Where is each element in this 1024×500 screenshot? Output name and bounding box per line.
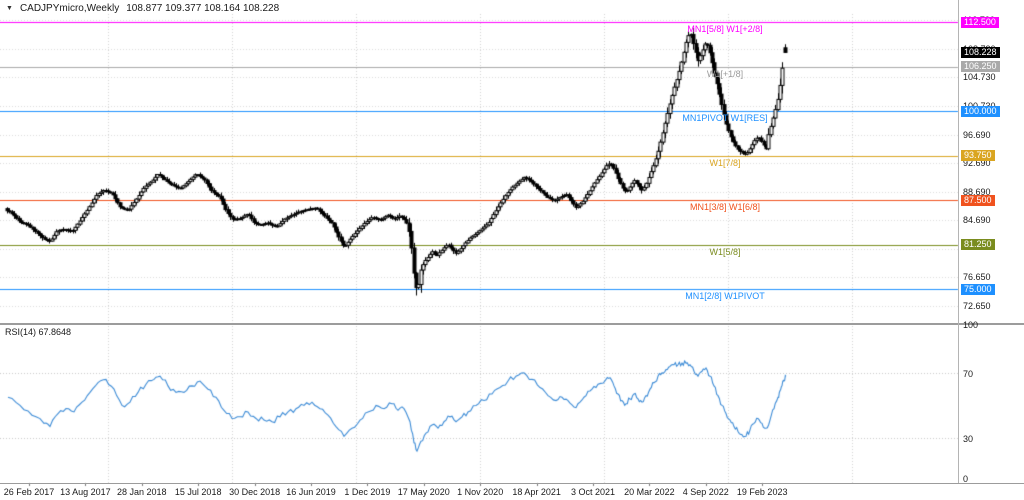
murrey-level-label: MN1[3/8] W1[6/8]: [690, 202, 760, 212]
level-price-badge: 106.250: [961, 61, 1000, 72]
date-axis-tick: 16 Jun 2019: [286, 487, 336, 497]
murrey-level-label: MN1PIVOT W1[RES]: [682, 113, 767, 123]
chart-symbol-timeframe: CADJPYmicro,Weekly: [20, 3, 119, 14]
date-axis-tick: 26 Feb 2017: [4, 487, 55, 497]
rsi-current-value: 67.8648: [39, 327, 72, 337]
date-axis-tick: 15 Jul 2018: [175, 487, 222, 497]
rsi-name: RSI(14): [5, 327, 36, 337]
date-axis-tick: 19 Feb 2023: [737, 487, 788, 497]
rsi-axis-tick: 100: [963, 320, 978, 330]
date-axis-separator: [0, 483, 1024, 484]
date-axis-tick: 1 Dec 2019: [344, 487, 390, 497]
date-axis-tick: 13 Aug 2017: [60, 487, 111, 497]
level-price-badge: 87.500: [961, 195, 995, 206]
level-price-badge: 81.250: [961, 239, 995, 250]
murrey-level-label: W1[7/8]: [709, 158, 740, 168]
date-axis-tick: 3 Oct 2021: [571, 487, 615, 497]
level-price-badge: 100.000: [961, 106, 1000, 117]
murrey-level-label: MN1[2/8] W1PIVOT: [685, 291, 765, 301]
rsi-axis-tick: 30: [963, 434, 973, 444]
chart-plot-canvas[interactable]: [0, 0, 1024, 500]
price-axis-separator: [958, 0, 959, 483]
current-price-badge: 108.228: [961, 47, 1000, 58]
murrey-level-label: W1[+1/8]: [707, 69, 743, 79]
date-axis-tick: 30 Dec 2018: [229, 487, 280, 497]
price-axis-tick: 72.650: [963, 301, 991, 311]
level-price-badge: 93.750: [961, 150, 995, 161]
murrey-level-label: W1[5/8]: [709, 247, 740, 257]
price-axis-tick: 84.690: [963, 215, 991, 225]
price-axis-tick: 76.650: [963, 272, 991, 282]
price-axis-tick: 104.730: [963, 72, 996, 82]
date-axis-tick: 18 Apr 2021: [512, 487, 561, 497]
trading-chart-window: ▼ CADJPYmicro,Weekly 108.877 109.377 108…: [0, 0, 1024, 500]
chart-title-bar: ▼ CADJPYmicro,Weekly 108.877 109.377 108…: [6, 3, 279, 14]
rsi-axis-tick: 70: [963, 369, 973, 379]
level-price-badge: 75.000: [961, 284, 995, 295]
date-axis-tick: 4 Sep 2022: [683, 487, 729, 497]
pane-splitter[interactable]: [0, 323, 1024, 325]
rsi-axis-tick: 0: [963, 474, 968, 484]
symbol-dropdown-icon[interactable]: ▼: [6, 5, 13, 12]
date-axis-tick: 20 Mar 2022: [624, 487, 675, 497]
murrey-level-label: MN1[5/8] W1[+2/8]: [687, 24, 762, 34]
price-axis-tick: 96.690: [963, 130, 991, 140]
level-price-badge: 112.500: [961, 17, 999, 28]
chart-ohlc-readout: 108.877 109.377 108.164 108.228: [126, 3, 279, 14]
date-axis-tick: 1 Nov 2020: [457, 487, 503, 497]
date-axis-tick: 17 May 2020: [398, 487, 450, 497]
date-axis-tick: 28 Jan 2018: [117, 487, 167, 497]
rsi-indicator-label: RSI(14) 67.8648: [5, 327, 71, 337]
